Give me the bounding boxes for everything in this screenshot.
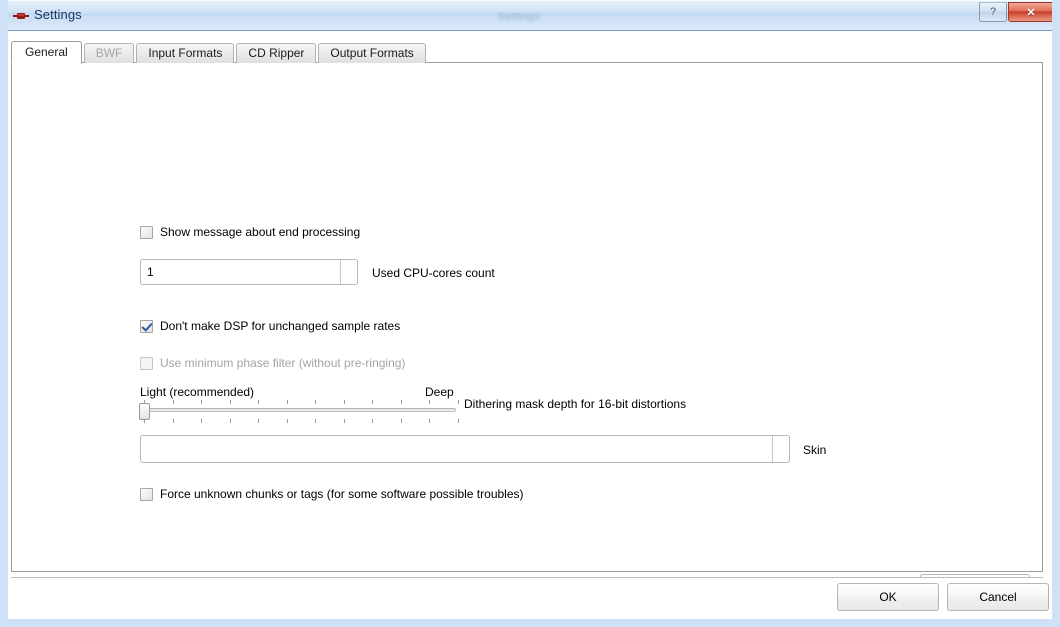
cpu-cores-label: Used CPU-cores count [372,266,495,280]
show-message-checkbox[interactable] [140,225,153,239]
dither-slider-ticks-top [140,400,459,404]
no-dsp-checkbox-row[interactable]: Don't make DSP for unchanged sample rate… [140,319,400,333]
force-chunks-checkbox-label: Force unknown chunks or tags (for some s… [160,487,524,501]
skin-label: Skin [803,443,827,457]
min-phase-checkbox-row: Use minimum phase filter (without pre-ri… [140,356,405,370]
dither-slider-tick [372,419,373,423]
tab-output-formats[interactable]: Output Formats [318,43,426,63]
dither-slider-tick [258,419,259,423]
skin-input[interactable] [140,435,790,463]
tab-page-general: Show message about end processing 1 Used… [11,62,1043,601]
window-title: Settings [34,7,82,22]
dither-slider-tick [315,400,316,404]
tab-general[interactable]: General [11,41,82,64]
dither-slider-thumb[interactable] [139,403,150,420]
caption-button-group: ? ✕ [979,2,1054,22]
help-button[interactable]: ? [979,2,1007,22]
dither-slider-tick [230,400,231,404]
cpu-cores-spinner[interactable] [341,260,357,284]
dialog-footer: OK Cancel [11,577,1049,616]
dither-slider-tick [230,419,231,423]
titlebar-highlight [0,0,1060,1]
dither-slider[interactable] [139,397,459,427]
close-button[interactable]: ✕ [1008,2,1054,22]
skin-dropdown-button[interactable] [773,436,789,462]
force-chunks-checkbox[interactable] [140,487,153,501]
show-message-checkbox-label: Show message about end processing [160,225,361,239]
min-phase-checkbox-label: Use minimum phase filter (without pre-ri… [160,356,406,370]
dither-slider-tick [201,419,202,423]
dither-slider-tick [173,400,174,404]
tab-input-formats[interactable]: Input Formats [136,43,235,63]
dither-slider-tick [401,400,402,404]
tab-bwf: BWF [83,43,135,63]
dither-slider-ticks-bottom [140,419,459,423]
dither-slider-tick [458,419,459,423]
cancel-button[interactable]: Cancel [947,583,1049,611]
dither-label: Dithering mask depth for 16-bit distorti… [464,397,687,411]
settings-window: Settings Settings ? ✕ General BWF Input … [0,0,1060,627]
dither-slider-tick [344,400,345,404]
dither-slider-tick [458,400,459,404]
dither-slider-tick [287,400,288,404]
dither-slider-tick [315,419,316,423]
dither-slider-tick [258,400,259,404]
tab-strip: General BWF Input Formats CD Ripper Outp… [11,41,428,64]
app-icon [13,13,29,19]
tab-cd-ripper[interactable]: CD Ripper [236,43,317,63]
no-dsp-checkbox-label: Don't make DSP for unchanged sample rate… [160,319,401,333]
dither-slider-tick [429,400,430,404]
cpu-cores-input[interactable]: 1 [140,259,358,285]
titlebar-ghost-text: Settings [498,11,541,23]
dither-slider-tick [401,419,402,423]
dither-slider-tick [201,400,202,404]
dither-slider-tick [287,419,288,423]
ok-button[interactable]: OK [837,583,939,611]
dither-slider-tick [372,400,373,404]
dither-slider-groove[interactable] [140,408,456,412]
dither-slider-tick [173,419,174,423]
dither-slider-tick [429,419,430,423]
force-chunks-checkbox-row[interactable]: Force unknown chunks or tags (for some s… [140,487,524,501]
cpu-cores-value: 1 [147,265,154,279]
show-message-checkbox-row[interactable]: Show message about end processing [140,225,360,239]
title-bar[interactable]: Settings Settings ? ✕ [0,0,1060,31]
dither-slider-tick [344,419,345,423]
no-dsp-checkbox[interactable] [140,319,153,333]
min-phase-checkbox [140,356,153,370]
dialog-client-area: General BWF Input Formats CD Ripper Outp… [8,31,1052,619]
